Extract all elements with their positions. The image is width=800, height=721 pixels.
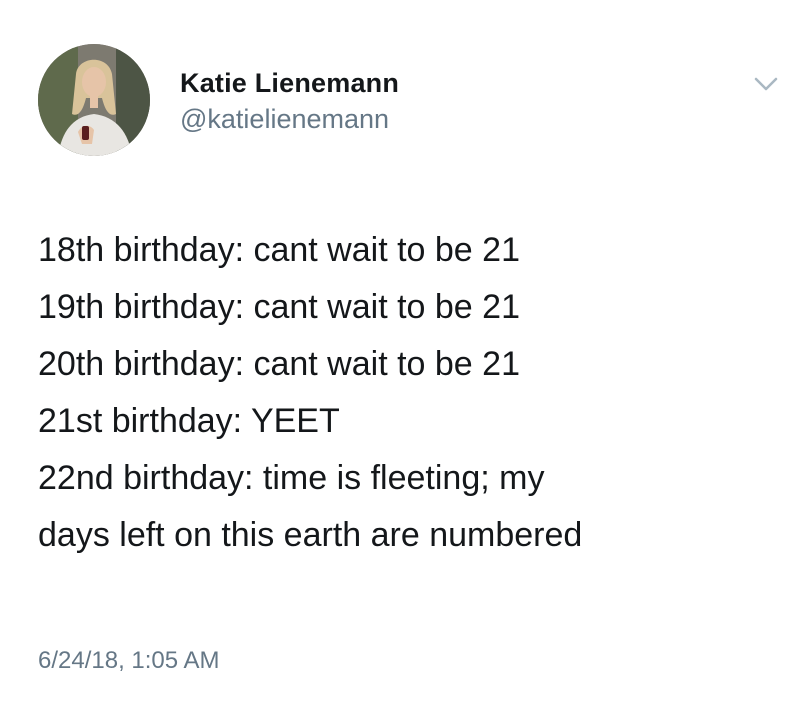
tweet-card: Katie Lienemann @katielienemann 18th bir… [0, 0, 800, 721]
tweet-header: Katie Lienemann @katielienemann [38, 44, 778, 162]
tweet-timestamp[interactable]: 6/24/18, 1:05 AM [38, 645, 219, 677]
tweet-line: days left on this earth are numbered [38, 516, 583, 554]
chevron-down-icon[interactable] [754, 76, 778, 92]
tweet-text: 18th birthday: cant wait to be 21 19th b… [38, 222, 778, 564]
author-handle[interactable]: @katielienemann [180, 102, 399, 136]
tweet-line: 22nd birthday: time is fleeting; my [38, 459, 545, 497]
avatar-photo [38, 44, 150, 156]
tweet-line: 20th birthday: cant wait to be 21 [38, 345, 520, 383]
author-display-name[interactable]: Katie Lienemann [180, 66, 399, 100]
tweet-line: 18th birthday: cant wait to be 21 [38, 231, 520, 269]
tweet-line: 21st birthday: YEET [38, 402, 340, 440]
avatar[interactable] [38, 44, 150, 156]
author-names: Katie Lienemann @katielienemann [180, 66, 399, 136]
tweet-line: 19th birthday: cant wait to be 21 [38, 288, 520, 326]
